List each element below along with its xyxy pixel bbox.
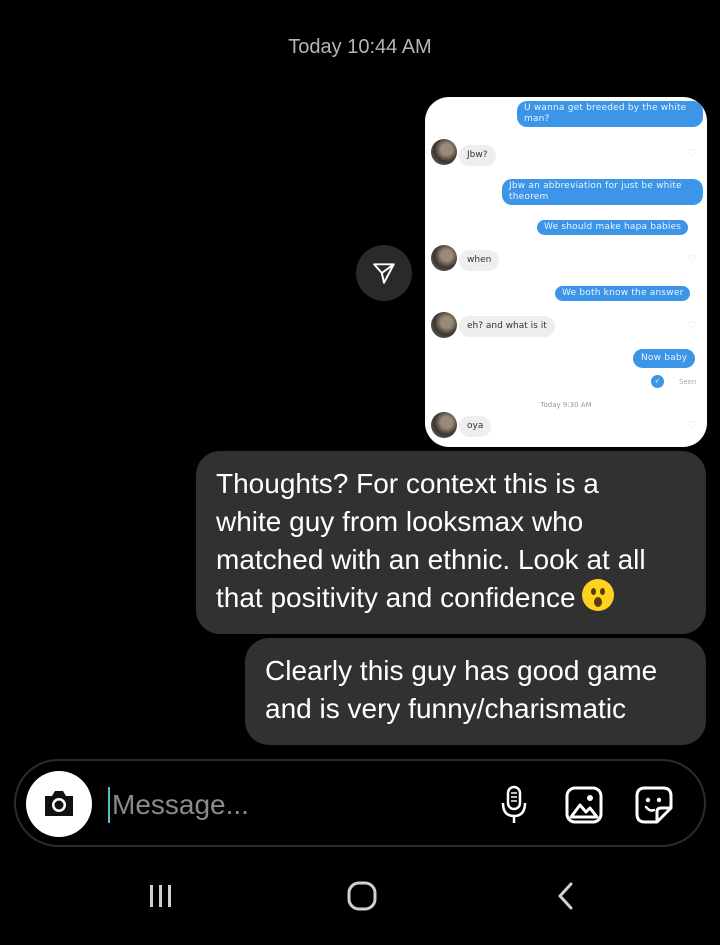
back-icon: [558, 882, 573, 910]
avatar: [431, 245, 457, 271]
message-line: that positivity and confidence: [216, 582, 576, 613]
seen-check-icon: ✓: [651, 375, 664, 388]
shot-sent-message: Now baby: [633, 349, 696, 368]
shot-sent-message: Jbw an abbreviation for just be white th…: [502, 179, 703, 205]
shot-sent-message: We both know the answer: [555, 286, 691, 301]
heart-icon: ♡: [687, 419, 697, 432]
shot-received-message: when: [459, 250, 500, 271]
shot-received-message: oya: [459, 416, 492, 437]
home-icon: [347, 881, 377, 911]
message-line: and is very funny/charismatic: [265, 693, 627, 724]
camera-icon: [45, 791, 73, 816]
hushed-face-emoji: [581, 579, 614, 611]
sent-message-bubble[interactable]: Clearly this guy has good game and is ve…: [245, 638, 706, 745]
image-icon: [565, 786, 603, 824]
microphone-icon: [501, 785, 527, 823]
camera-button[interactable]: [26, 771, 92, 837]
nav-home-button[interactable]: [332, 866, 392, 926]
nav-recents-button[interactable]: [131, 866, 191, 926]
shot-sent-message: U wanna get breeded by the white man?: [517, 101, 703, 127]
sticker-icon: [635, 786, 673, 824]
heart-icon: ♡: [687, 253, 697, 266]
recents-icon: [150, 885, 171, 907]
paper-plane-icon: [373, 263, 395, 284]
shot-sent-message: We should make hapa babies: [537, 220, 689, 235]
avatar: [431, 312, 457, 338]
message-line: Clearly this guy has good game: [265, 655, 658, 686]
shot-received-message: Jbw?: [459, 145, 496, 166]
message-composer: [14, 759, 706, 847]
heart-icon: ♡: [687, 319, 697, 332]
gallery-button[interactable]: [562, 783, 606, 827]
sticker-button[interactable]: [632, 783, 676, 827]
message-timestamp: Today 10:44 AM: [288, 36, 432, 58]
avatar: [431, 139, 457, 165]
microphone-button[interactable]: [492, 783, 536, 827]
message-line: white guy from looksmax who: [216, 506, 584, 537]
shot-received-message: eh? and what is it: [459, 316, 555, 337]
message-line: matched with an ethnic. Look at all: [216, 544, 646, 575]
sent-message-bubble[interactable]: Thoughts? For context this is a white gu…: [196, 451, 706, 634]
shot-time-label: Today 9:30 AM: [540, 401, 592, 409]
nav-back-button[interactable]: [535, 866, 595, 926]
text-caret: [108, 787, 110, 823]
seen-label: Seen: [679, 378, 697, 386]
avatar: [431, 412, 457, 438]
heart-icon: ♡: [687, 147, 697, 160]
message-input[interactable]: [112, 783, 472, 827]
shared-screenshot[interactable]: U wanna get breeded by the white man? Jb…: [425, 97, 707, 447]
share-button[interactable]: [356, 245, 412, 301]
message-line: Thoughts? For context this is a: [216, 468, 599, 499]
